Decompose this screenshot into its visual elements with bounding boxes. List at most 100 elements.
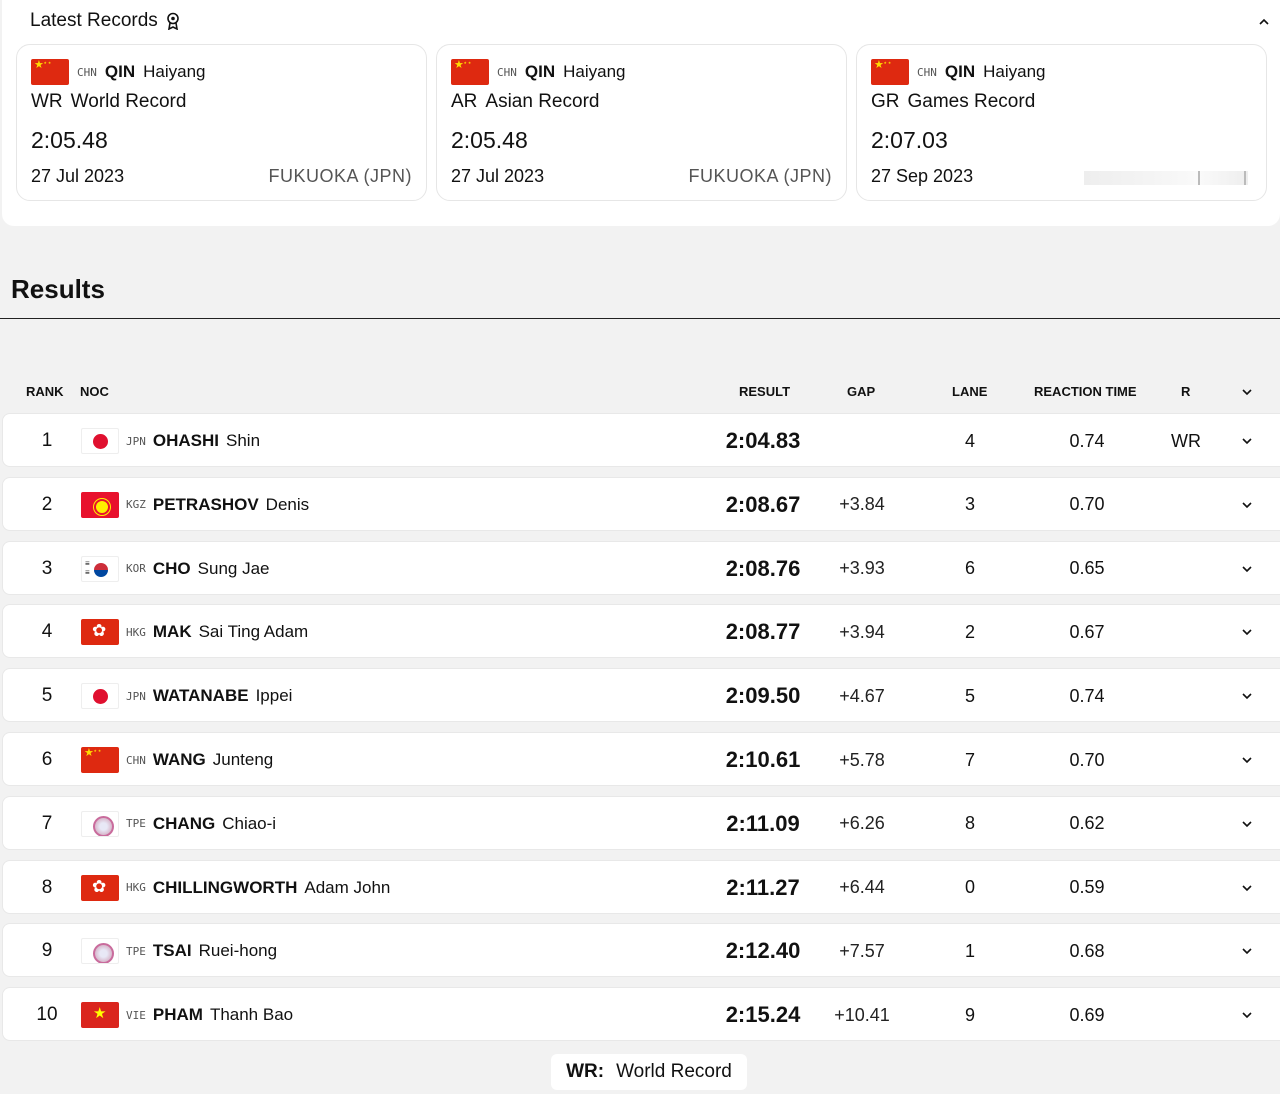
record-date: 27 Jul 2023	[451, 166, 545, 186]
athlete-first-name: Thanh Bao	[209, 1005, 294, 1025]
record-code: WR	[31, 91, 63, 112]
reaction-time-cell: 0.74	[1069, 685, 1105, 706]
lane-cell: 6	[964, 558, 975, 579]
lane-cell: 2	[964, 621, 975, 642]
gap-cell: +6.44	[839, 877, 885, 898]
chevron-down-icon[interactable]	[1235, 861, 1259, 915]
result-cell: 2:10.61	[725, 747, 801, 772]
flag-icon	[871, 59, 909, 85]
table-row[interactable]: 6 CHN WANG Junteng 2:10.61 +5.78 7 0.70	[2, 732, 1280, 786]
column-header-lane[interactable]: LANE	[952, 384, 987, 399]
rank-cell: 6	[41, 749, 53, 770]
athlete-cell[interactable]: TPE CHANG Chiao-i	[81, 797, 276, 851]
lane-cell: 1	[964, 940, 975, 961]
record-type: AR Asian Record	[451, 91, 599, 113]
athlete-last-name: QIN	[104, 62, 136, 81]
flag-icon	[81, 938, 119, 965]
column-header-rank[interactable]: RANK	[26, 384, 64, 399]
chevron-down-icon[interactable]	[1235, 797, 1259, 851]
table-row[interactable]: 4 HKG MAK Sai Ting Adam 2:08.77 +3.94 2 0.67	[2, 604, 1280, 659]
record-card[interactable]: CHN QIN Haiyang WR World Record 2:05.48 27 Jul…	[16, 44, 427, 201]
gap-cell: +3.93	[839, 558, 885, 579]
record-athlete: CHN QIN Haiyang	[31, 59, 205, 85]
record-cell	[1159, 669, 1213, 723]
athlete-cell[interactable]: CHN WANG Junteng	[81, 733, 273, 787]
athlete-first-name: Chiao-i	[222, 813, 277, 833]
rank-cell: 10	[36, 1004, 58, 1026]
athlete-last-name: MAK	[152, 622, 192, 642]
athlete-cell[interactable]: KOR CHO Sung Jae	[81, 542, 270, 596]
column-header-reaction-time[interactable]: REACTION TIME	[1034, 384, 1137, 399]
noc-code: CHN	[126, 753, 146, 767]
record-card[interactable]: CHN QIN Haiyang GR Games Record 2:07.03 27 Sep…	[856, 44, 1267, 201]
record-cell	[1159, 988, 1213, 1042]
reaction-time-cell: 0.62	[1069, 813, 1105, 834]
table-row[interactable]: 2 KGZ PETRASHOV Denis 2:08.67 +3.84 3 0.70	[2, 476, 1280, 532]
record-athlete: CHN QIN Haiyang	[871, 59, 1045, 85]
lane-cell: 5	[964, 685, 975, 706]
athlete-cell[interactable]: HKG CHILLINGWORTH Adam John	[81, 861, 390, 915]
noc-code: JPN	[126, 689, 146, 703]
table-row[interactable]: 9 TPE TSAI Ruei-hong 2:12.40 +7.57 1 0.68	[2, 923, 1280, 978]
table-row[interactable]: 3 KOR CHO Sung Jae 2:08.76 +3.93 6 0.65	[2, 540, 1280, 596]
athlete-first-name: Junteng	[212, 750, 274, 769]
table-row[interactable]: 7 TPE CHANG Chiao-i 2:11.09 +6.26 8 0.62	[2, 795, 1280, 851]
athlete-last-name: QIN	[944, 62, 976, 81]
lane-cell: 8	[964, 813, 975, 834]
column-header-noc[interactable]: NOC	[80, 384, 109, 399]
rank-cell: 2	[41, 493, 53, 515]
chevron-up-icon[interactable]	[1258, 16, 1270, 28]
chevron-down-icon[interactable]	[1235, 924, 1259, 978]
gap-cell: +3.94	[839, 621, 885, 642]
chevron-down-icon[interactable]	[1235, 542, 1259, 596]
chevron-down-icon[interactable]	[1235, 605, 1259, 659]
record-type: WR World Record	[31, 91, 186, 113]
athlete-cell[interactable]: TPE TSAI Ruei-hong	[81, 924, 277, 978]
athlete-cell[interactable]: KGZ PETRASHOV Denis	[81, 478, 309, 532]
record-cell	[1159, 924, 1213, 978]
record-label: Asian Record	[485, 91, 600, 112]
rank-cell: 8	[41, 876, 53, 898]
record-cell	[1159, 478, 1213, 532]
table-row[interactable]: 10 VIE PHAM Thanh Bao 2:15.24 +10.41 9 0.69	[2, 987, 1280, 1042]
table-row[interactable]: 1 JPN OHASHI Shin 2:04.83 4 0.74 WR	[2, 413, 1280, 467]
noc-code: CHN	[917, 65, 937, 79]
flag-icon	[81, 874, 119, 901]
result-cell: 2:11.27	[726, 874, 800, 900]
reaction-time-cell: 0.65	[1069, 558, 1105, 579]
record-cell	[1159, 605, 1213, 659]
chevron-down-icon[interactable]	[1235, 669, 1259, 723]
athlete-cell[interactable]: JPN WATANABE Ippei	[81, 669, 292, 723]
flag-icon	[451, 59, 489, 85]
latest-records-title: Latest Records	[30, 10, 158, 31]
column-header-result[interactable]: RESULT	[739, 384, 790, 399]
column-header-gap[interactable]: GAP	[847, 384, 875, 399]
flag-icon	[81, 491, 119, 518]
result-cell: 2:09.50	[725, 683, 801, 709]
athlete-first-name: Shin	[226, 431, 261, 450]
chevron-down-icon[interactable]	[1235, 414, 1259, 468]
athlete-cell[interactable]: HKG MAK Sai Ting Adam	[81, 605, 308, 659]
athlete-cell[interactable]: VIE PHAM Thanh Bao	[81, 988, 293, 1042]
chevron-down-icon[interactable]	[1235, 988, 1259, 1042]
latest-records-header[interactable]: Latest Records	[30, 10, 180, 32]
table-row[interactable]: 8 HKG CHILLINGWORTH Adam John 2:11.27 +6.44 0 0…	[2, 859, 1280, 915]
flag-icon	[81, 555, 119, 582]
athlete-first-name: Ippei	[255, 686, 293, 706]
athlete-first-name: Sai Ting Adam	[198, 622, 309, 642]
chevron-down-icon[interactable]	[1235, 733, 1259, 787]
column-header-record[interactable]: R	[1181, 384, 1190, 399]
flag-icon	[81, 619, 119, 646]
athlete-cell[interactable]: JPN OHASHI Shin	[81, 414, 260, 468]
athlete-first-name: Haiyang	[983, 62, 1046, 81]
rank-cell: 7	[41, 812, 53, 834]
expand-all-chevron-down-icon[interactable]	[1241, 386, 1253, 398]
record-card[interactable]: CHN QIN Haiyang AR Asian Record 2:05.48 27 Jul…	[436, 44, 847, 201]
chevron-down-icon[interactable]	[1235, 478, 1259, 532]
athlete-first-name: Ruei-hong	[198, 941, 278, 961]
table-row[interactable]: 5 JPN WATANABE Ippei 2:09.50 +4.67 5 0.74	[2, 668, 1280, 723]
noc-code: TPE	[126, 817, 146, 831]
record-cell	[1159, 733, 1213, 787]
athlete-first-name: Denis	[265, 494, 310, 514]
legend-code: WR:	[566, 1061, 605, 1082]
